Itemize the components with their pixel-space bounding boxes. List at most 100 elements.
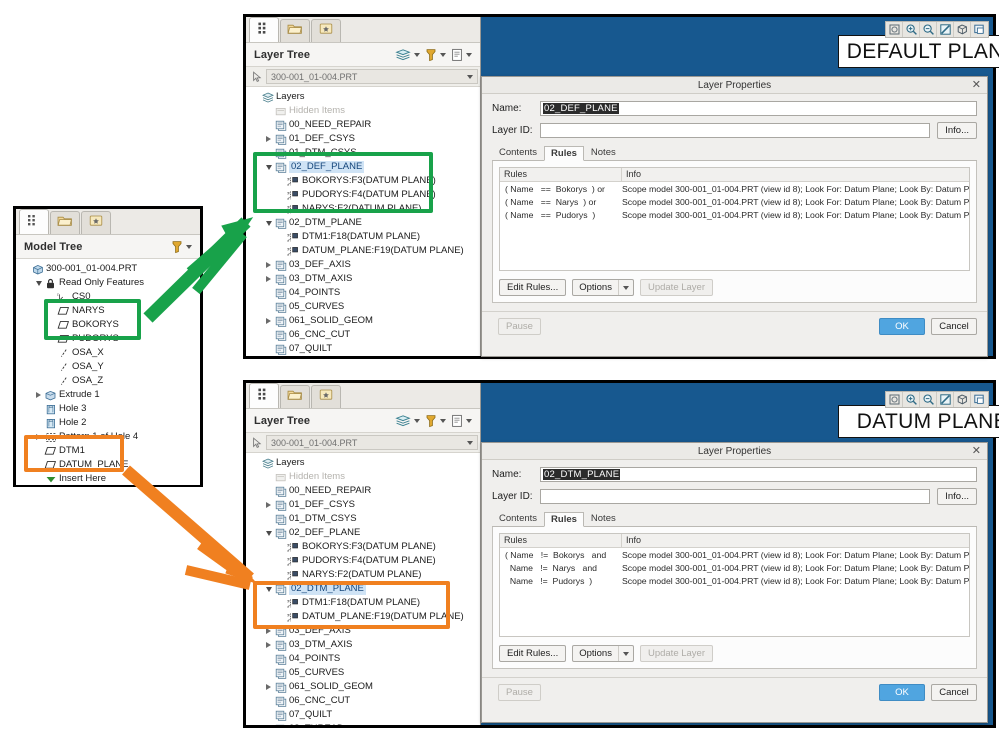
tab-rules[interactable]: Rules xyxy=(544,512,584,527)
saved-views-icon[interactable] xyxy=(971,22,988,37)
layer-tree-item[interactable]: 061_SOLID_GEOM xyxy=(246,314,480,328)
expander-collapsed-icon[interactable] xyxy=(266,276,271,282)
saved-views-icon[interactable] xyxy=(971,392,988,407)
model-tree-item[interactable]: PUDORYS xyxy=(16,332,200,346)
chevron-down-icon[interactable] xyxy=(440,418,446,423)
filter-icon[interactable] xyxy=(425,48,437,62)
layer-tree-item[interactable]: 00_NEED_REPAIR xyxy=(246,118,480,132)
update-layer-button[interactable]: Update Layer xyxy=(639,645,714,662)
table-row[interactable]: Name != Pudorys ) Scope model 300-001_01-… xyxy=(500,574,969,587)
expander-expanded-icon[interactable] xyxy=(265,164,272,170)
expander-collapsed-icon[interactable] xyxy=(266,262,271,268)
tab-rules[interactable]: Rules xyxy=(544,146,584,161)
chevron-down-icon[interactable] xyxy=(617,280,633,295)
table-row[interactable]: ( Name != Bokorys and Scope model 300-001… xyxy=(500,548,969,561)
layer-tree-item[interactable]: 061_SOLID_GEOM xyxy=(246,680,480,694)
name-input[interactable]: 02_DEF_PLANE xyxy=(540,101,977,116)
chevron-down-icon[interactable] xyxy=(467,74,473,79)
display-styles-icon[interactable] xyxy=(395,48,411,61)
expander-collapsed-icon[interactable] xyxy=(266,136,271,142)
update-layer-button[interactable]: Update Layer xyxy=(639,279,714,296)
layer-tree-item[interactable]: 05_CURVES xyxy=(246,666,480,680)
expander-collapsed-icon[interactable] xyxy=(36,434,41,440)
layer-tree-item[interactable]: Layers xyxy=(246,90,480,104)
layer-tree-item[interactable]: y x NARYS:F2(DATUM PLANE) xyxy=(246,568,480,582)
chevron-down-icon[interactable] xyxy=(440,52,446,57)
expander-collapsed-icon[interactable] xyxy=(266,684,271,690)
model-tree-item[interactable]: DATUM_PLANE xyxy=(16,458,200,472)
close-icon[interactable]: ✕ xyxy=(972,444,981,458)
layer-id-input[interactable] xyxy=(540,489,931,504)
model-tree-item[interactable]: z x CS0 xyxy=(16,290,200,304)
layer-tree-item[interactable]: y x DATUM_PLANE:F19(DATUM PLANE) xyxy=(246,244,480,258)
model-tree-item[interactable]: Insert Here xyxy=(16,472,200,486)
refit-icon[interactable] xyxy=(937,22,954,37)
tab-favorites[interactable] xyxy=(81,211,111,234)
tab-contents[interactable]: Contents xyxy=(492,511,544,526)
expander-expanded-icon[interactable] xyxy=(265,530,272,536)
layer-tree-item[interactable]: 05_CURVES xyxy=(246,300,480,314)
settings-icon[interactable] xyxy=(451,48,463,62)
tab-notes[interactable]: Notes xyxy=(584,511,623,526)
expander[interactable] xyxy=(33,280,44,286)
layer-tree-item[interactable]: 02_DEF_PLANE xyxy=(246,160,480,174)
expander[interactable] xyxy=(263,262,274,268)
tab-contents[interactable]: Contents xyxy=(492,145,544,160)
layer-tree-item[interactable]: 08_THREAD xyxy=(246,722,480,725)
layer-tree-item[interactable]: y x BOKORYS:F3(DATUM PLANE) xyxy=(246,174,480,188)
layer-tree-item[interactable]: y x BOKORYS:F3(DATUM PLANE) xyxy=(246,540,480,554)
expander-expanded-icon[interactable] xyxy=(265,586,272,592)
expander[interactable] xyxy=(263,220,274,226)
edit-rules-button[interactable]: Edit Rules... xyxy=(499,279,567,296)
layer-tree-item[interactable]: 02_DEF_PLANE xyxy=(246,526,480,540)
expander-collapsed-icon[interactable] xyxy=(266,502,271,508)
tab-folder-browser[interactable] xyxy=(50,211,80,234)
tab-folder-browser[interactable] xyxy=(280,19,310,42)
expander[interactable] xyxy=(33,434,44,440)
layer-tree-item[interactable]: 02_DTM_PLANE xyxy=(246,216,480,230)
layer-tree-item[interactable]: 06_CNC_CUT xyxy=(246,328,480,342)
layer-filter-combo[interactable]: 300-001_01-004.PRT xyxy=(266,435,478,450)
layer-tree-item[interactable]: 03_DTM_AXIS xyxy=(246,272,480,286)
expander[interactable] xyxy=(263,318,274,324)
zoom-out-icon[interactable] xyxy=(920,22,937,37)
zoom-area-icon[interactable] xyxy=(886,22,903,37)
model-tree-item[interactable]: Extrude 1 xyxy=(16,388,200,402)
expander-expanded-icon[interactable] xyxy=(265,220,272,226)
settings-icon[interactable] xyxy=(451,414,463,428)
layer-tree-item[interactable]: Hidden Items xyxy=(246,470,480,484)
cancel-button[interactable]: Cancel xyxy=(931,318,977,335)
layer-tree-item[interactable]: 01_DEF_CSYS xyxy=(246,132,480,146)
zoom-in-icon[interactable] xyxy=(903,392,920,407)
layer-filter-combo[interactable]: 300-001_01-004.PRT xyxy=(266,69,478,84)
model-tree-item[interactable]: Pattern 1 of Hole 4 xyxy=(16,430,200,444)
chevron-down-icon[interactable] xyxy=(617,646,633,661)
layer-tree-item[interactable]: 01_DTM_CSYS xyxy=(246,512,480,526)
layer-tree-item[interactable]: y x PUDORYS:F4(DATUM PLANE) xyxy=(246,188,480,202)
zoom-area-icon[interactable] xyxy=(886,392,903,407)
layer-tree-item[interactable]: Layers xyxy=(246,456,480,470)
info-button[interactable]: Info... xyxy=(937,488,977,505)
expander[interactable] xyxy=(263,136,274,142)
orientation-icon[interactable] xyxy=(954,392,971,407)
layer-tree-item[interactable]: 01_DEF_CSYS xyxy=(246,498,480,512)
zoom-in-icon[interactable] xyxy=(903,22,920,37)
tab-folder-browser[interactable] xyxy=(280,385,310,408)
expander[interactable] xyxy=(263,642,274,648)
cancel-button[interactable]: Cancel xyxy=(931,684,977,701)
expander[interactable] xyxy=(263,628,274,634)
options-button[interactable]: Options xyxy=(572,645,634,662)
layer-tree-item[interactable]: 06_CNC_CUT xyxy=(246,694,480,708)
expander[interactable] xyxy=(33,392,44,398)
chevron-down-icon[interactable] xyxy=(467,440,473,445)
table-row[interactable]: ( Name == Pudorys ) Scope model 300-001_0… xyxy=(500,208,969,221)
layer-tree-item[interactable]: 04_POINTS xyxy=(246,286,480,300)
info-button[interactable]: Info... xyxy=(937,122,977,139)
tab-layer-tree[interactable] xyxy=(249,383,279,408)
model-tree-item[interactable]: Hole 2 xyxy=(16,416,200,430)
tab-notes[interactable]: Notes xyxy=(584,145,623,160)
refit-icon[interactable] xyxy=(937,392,954,407)
tab-favorites[interactable] xyxy=(311,385,341,408)
layer-id-input[interactable] xyxy=(540,123,931,138)
expander-collapsed-icon[interactable] xyxy=(266,318,271,324)
